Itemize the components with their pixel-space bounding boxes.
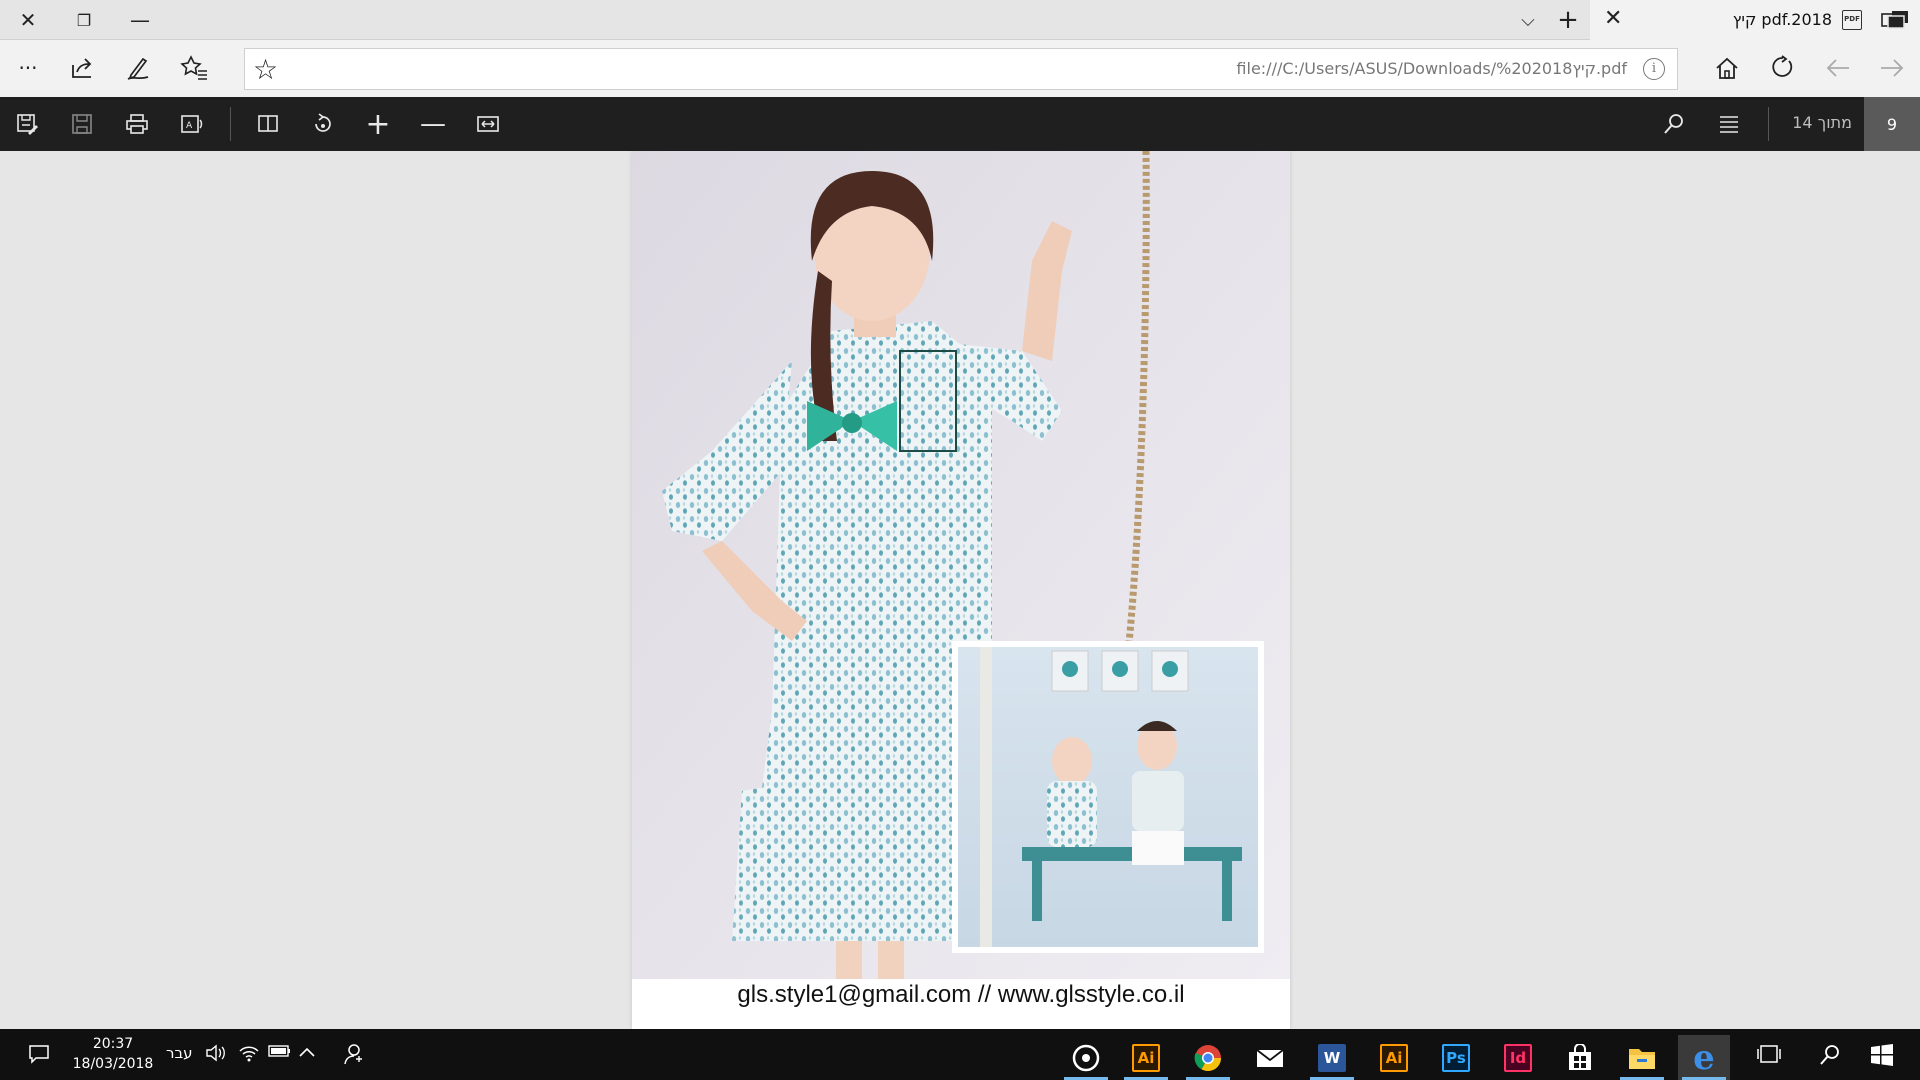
fit-to-width-icon[interactable] xyxy=(468,104,508,144)
task-view-icon[interactable] xyxy=(1756,1043,1782,1070)
taskbar-app-store[interactable] xyxy=(1554,1035,1606,1080)
save-icon[interactable] xyxy=(62,104,102,144)
zoom-in-icon[interactable]: + xyxy=(358,104,398,144)
groove-music-icon xyxy=(1072,1044,1100,1071)
taskbar-app-mail[interactable] xyxy=(1244,1035,1296,1080)
minimize-window-icon[interactable]: — xyxy=(112,0,168,40)
back-arrow-icon[interactable] xyxy=(1818,48,1858,88)
pdf-page: gls.style1@gmail.com // www.glsstyle.co.… xyxy=(632,151,1290,1029)
show-tabs-aside-icon[interactable] xyxy=(1886,9,1910,35)
page-total-label: מתוך 14 xyxy=(1792,113,1852,132)
edge-icon: e xyxy=(1693,1037,1715,1078)
more-actions-icon[interactable]: ··· xyxy=(8,48,48,88)
print-icon[interactable] xyxy=(117,104,157,144)
show-hidden-icons-chevron-icon[interactable] xyxy=(298,1043,316,1064)
taskbar-app-groove[interactable] xyxy=(1060,1035,1112,1080)
illustrator-icon: Ai xyxy=(1380,1043,1408,1072)
chrome-icon xyxy=(1194,1044,1222,1071)
tab-close-icon[interactable]: ✕ xyxy=(1604,6,1622,31)
favorites-hub-icon[interactable] xyxy=(174,48,214,88)
url-text[interactable]: file:///C:/Users/ASUS/Downloads/קיץ%2020… xyxy=(1236,59,1627,78)
taskbar-app-chrome[interactable] xyxy=(1182,1035,1234,1080)
taskbar-app-photoshop[interactable]: Ps xyxy=(1430,1035,1482,1080)
contact-line[interactable]: gls.style1@gmail.com // www.glsstyle.co.… xyxy=(632,981,1290,1009)
add-favorite-star-icon[interactable]: ☆ xyxy=(253,53,278,86)
folder-icon xyxy=(1629,1048,1655,1069)
illustrator-icon: Ai xyxy=(1132,1043,1160,1072)
page-view-icon[interactable] xyxy=(248,104,288,144)
add-notes-pen-icon[interactable] xyxy=(118,48,158,88)
taskbar-app-indesign[interactable]: Id xyxy=(1492,1035,1544,1080)
close-window-icon[interactable]: ✕ xyxy=(0,0,56,40)
site-info-icon[interactable]: i xyxy=(1643,58,1665,80)
store-icon xyxy=(1569,1043,1591,1070)
indesign-icon: Id xyxy=(1504,1043,1532,1072)
search-icon[interactable] xyxy=(1818,1043,1842,1072)
page-number-input[interactable]: 9 xyxy=(1864,97,1920,151)
find-search-icon[interactable] xyxy=(1654,104,1694,144)
mail-icon xyxy=(1256,1048,1284,1067)
table-of-contents-icon[interactable] xyxy=(1709,104,1749,144)
navigation-bar: ··· ☆ file:///C:/Users/ASUS/Downloads/קי… xyxy=(0,40,1920,97)
taskbar: 20:37 18/03/2018 עבר Ai W Ai Ps Id e xyxy=(0,1029,1920,1080)
taskbar-app-illustrator-2[interactable]: Ai xyxy=(1368,1035,1420,1080)
pdf-file-icon: PDF xyxy=(1842,10,1862,30)
rotate-icon[interactable] xyxy=(303,104,343,144)
share-icon[interactable] xyxy=(62,48,102,88)
start-windows-icon[interactable] xyxy=(1870,1043,1894,1072)
toolbar-separator xyxy=(1768,107,1769,141)
people-icon[interactable] xyxy=(342,1043,364,1070)
word-icon: W xyxy=(1318,1043,1346,1072)
toolbar-separator xyxy=(230,107,231,141)
taskbar-app-illustrator-1[interactable]: Ai xyxy=(1120,1035,1172,1080)
address-bar[interactable]: ☆ file:///C:/Users/ASUS/Downloads/קיץ%20… xyxy=(244,48,1678,90)
clock[interactable]: 20:37 18/03/2018 xyxy=(68,1034,158,1074)
wifi-icon[interactable] xyxy=(238,1043,260,1068)
restore-window-icon[interactable]: ❐ xyxy=(56,0,112,40)
forward-arrow-icon[interactable] xyxy=(1872,48,1912,88)
zoom-out-icon[interactable]: — xyxy=(413,104,453,144)
taskbar-app-edge[interactable]: e xyxy=(1678,1035,1730,1080)
tab-title: קיץ pdf.2018 xyxy=(1732,10,1832,29)
date: 18/03/2018 xyxy=(72,1056,154,1072)
action-center-icon[interactable] xyxy=(28,1043,50,1070)
save-as-icon[interactable] xyxy=(7,104,47,144)
fashion-photo xyxy=(632,151,1290,979)
photoshop-icon: Ps xyxy=(1442,1043,1470,1072)
read-aloud-icon[interactable]: A xyxy=(172,104,212,144)
pdf-document-area[interactable]: gls.style1@gmail.com // www.glsstyle.co.… xyxy=(0,151,1920,1029)
title-bar: ✕ ❐ — ⌵ + ✕ קיץ pdf.2018 PDF xyxy=(0,0,1920,40)
new-tab-icon[interactable]: + xyxy=(1540,0,1596,40)
time: 20:37 xyxy=(92,1036,134,1052)
tab-pdf[interactable]: ✕ קיץ pdf.2018 PDF xyxy=(1590,0,1920,40)
pdf-toolbar: A + — מתוך 14 9 xyxy=(0,97,1920,151)
taskbar-app-word[interactable]: W xyxy=(1306,1035,1358,1080)
volume-icon[interactable] xyxy=(205,1043,227,1068)
svg-text:A: A xyxy=(186,121,193,131)
input-language-indicator[interactable]: עבר xyxy=(166,1044,193,1062)
refresh-icon[interactable] xyxy=(1762,48,1802,88)
taskbar-app-file-explorer[interactable] xyxy=(1616,1035,1668,1080)
battery-icon[interactable] xyxy=(268,1043,292,1064)
home-icon[interactable] xyxy=(1707,48,1747,88)
